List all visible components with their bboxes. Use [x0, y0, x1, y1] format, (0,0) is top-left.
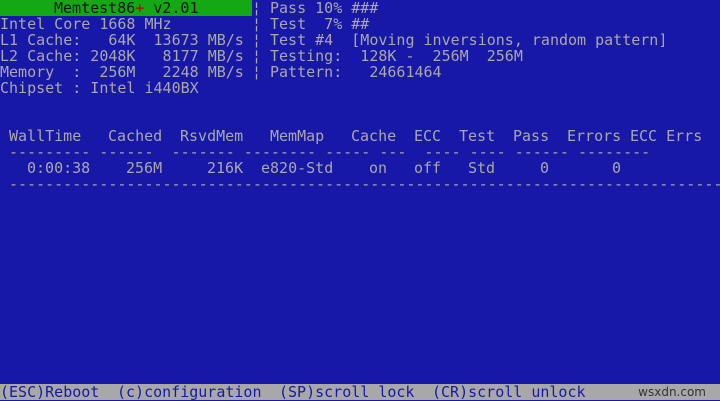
cell-memmap: e820-Std	[261, 159, 334, 177]
memory-info: Memory : 256M 2248 MB/s	[0, 63, 244, 81]
scroll-lock-key[interactable]: (SP)scroll_lock	[279, 384, 414, 400]
separator: ¦	[252, 47, 262, 65]
l2-cache-info: L2 Cache: 2048K 8177 MB/s	[0, 47, 244, 65]
header-underline: --------- ------ ------- -------- ----- …	[9, 143, 651, 161]
reboot-key[interactable]: (ESC)Reboot	[0, 384, 99, 400]
cell-walltime: 0:00:38	[27, 159, 91, 177]
col-header-cached: Cached	[108, 127, 163, 145]
separator: ¦	[252, 63, 262, 81]
col-header-rsvdmem: RsvdMem	[180, 127, 244, 145]
cell-errors: 0	[612, 159, 622, 177]
cpu-info: Intel Core 1668 MHz	[0, 15, 172, 33]
cell-cache: on	[369, 159, 388, 177]
testing-range: Testing: 128K - 256M 256M	[270, 47, 523, 65]
cell-rsvdmem: 216K	[207, 159, 244, 177]
test-progress: Test 7% ##	[270, 15, 370, 33]
cell-cached: 256M	[126, 159, 163, 177]
col-header-cache: Cache	[351, 127, 397, 145]
app-title: Memtest86+ v2.01	[54, 0, 199, 16]
separator: ¦	[252, 15, 262, 33]
current-test: Test #4 [Moving inversions, random patte…	[270, 31, 668, 49]
pattern: Pattern: 24661464	[270, 63, 442, 81]
footer-bar: (ESC)Reboot (c)configuration (SP)scroll_…	[0, 384, 720, 400]
watermark: wsxdn.com	[638, 385, 706, 399]
col-header-ecc: ECC	[414, 127, 442, 145]
pass-progress: Pass 10% ###	[270, 0, 379, 17]
title-bar: Memtest86+ v2.01	[0, 0, 252, 16]
col-header-errors: Errors	[567, 127, 622, 145]
cell-test: Std	[468, 159, 496, 177]
separator: ¦	[252, 0, 262, 17]
col-header-ecc-errs: ECC Errs	[630, 127, 703, 145]
chipset-info: Chipset : Intel i440BX	[0, 79, 199, 97]
table-rule: ----------------------------------------…	[9, 175, 720, 193]
scroll-unlock-key[interactable]: (CR)scroll_unlock	[432, 384, 586, 400]
col-header-memmap: MemMap	[270, 127, 325, 145]
cell-ecc: off	[414, 159, 442, 177]
cell-pass: 0	[540, 159, 550, 177]
separator: ¦	[252, 31, 262, 49]
configuration-key[interactable]: (c)configuration	[117, 384, 262, 400]
col-header-walltime: WallTime	[9, 127, 82, 145]
l1-cache-info: L1 Cache: 64K 13673 MB/s	[0, 31, 244, 49]
col-header-pass: Pass	[513, 127, 550, 145]
col-header-test: Test	[459, 127, 496, 145]
